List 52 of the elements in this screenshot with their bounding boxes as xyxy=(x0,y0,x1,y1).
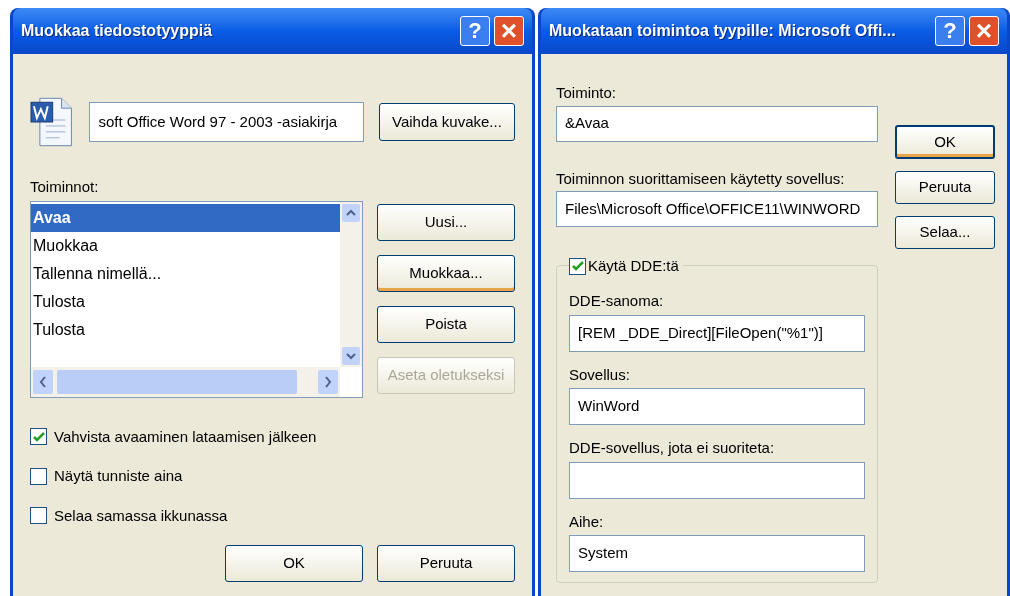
option-checkbox[interactable] xyxy=(30,507,47,525)
action-button[interactable]: Poista xyxy=(377,305,515,343)
actions-label: Toiminnot: xyxy=(30,177,100,197)
dde-checkbox[interactable] xyxy=(569,257,586,275)
dde-field[interactable]: [REM _DDE_Direct][FileOpen("%1")] xyxy=(569,314,865,352)
file-type-field[interactable]: soft Office Word 97 - 2003 -asiakirja xyxy=(89,102,364,142)
cancel-button[interactable]: Peruuta xyxy=(895,171,995,204)
window-title: Muokkaa tiedostotyyppiä xyxy=(21,21,213,41)
dde-label: Käytä DDE:tä xyxy=(588,256,679,276)
option-label: Selaa samassa ikkunassa xyxy=(54,505,228,526)
check-mark-icon xyxy=(32,430,45,443)
close-button[interactable]: × xyxy=(494,16,524,46)
help-button[interactable]: ? xyxy=(935,16,965,46)
ok-button[interactable]: OK xyxy=(225,545,363,582)
ok-button[interactable]: OK xyxy=(895,125,995,159)
action-item[interactable]: Tallenna nimellä... xyxy=(31,259,340,288)
action-field[interactable]: &Avaa xyxy=(556,105,878,142)
dde-field-label: Sovellus: xyxy=(569,364,631,385)
dde-field-label: DDE-sanoma: xyxy=(569,291,665,311)
horizontal-scrollbar[interactable] xyxy=(31,366,340,397)
change-icon-button[interactable]: Vaihda kuvake... xyxy=(378,103,515,141)
action-button[interactable]: Muokkaa... xyxy=(377,254,515,292)
action-item[interactable]: Avaa xyxy=(31,203,340,232)
dde-field-label: DDE-sovellus, jota ei suoriteta: xyxy=(569,438,776,458)
scroll-thumb[interactable] xyxy=(57,369,297,394)
scroll-down-icon[interactable] xyxy=(342,346,360,365)
action-item[interactable]: Tulosta xyxy=(31,315,340,344)
dde-field[interactable] xyxy=(569,461,865,499)
action-label: Toiminto: xyxy=(556,83,618,103)
option-label: Näytä tunniste aina xyxy=(54,466,183,486)
scroll-up-icon[interactable] xyxy=(342,203,360,222)
action-button[interactable]: Uusi... xyxy=(377,203,515,241)
scroll-right-icon[interactable] xyxy=(318,369,338,394)
action-item[interactable]: Muokkaa xyxy=(31,231,340,260)
word-document-icon xyxy=(30,96,74,148)
option-checkbox[interactable] xyxy=(30,428,47,446)
action-item[interactable]: Tulosta xyxy=(31,287,340,316)
scroll-left-icon[interactable] xyxy=(33,369,53,394)
browse-button[interactable]: Selaa... xyxy=(895,216,995,249)
help-button[interactable]: ? xyxy=(460,16,490,46)
application-field[interactable]: Files\Microsoft Office\OFFICE11\WINWORD xyxy=(556,191,878,227)
close-button[interactable]: × xyxy=(969,16,999,46)
dde-field-label: Aihe: xyxy=(569,511,605,532)
application-label: Toiminnon suorittamiseen käytetty sovellus: xyxy=(556,168,846,189)
option-checkbox[interactable] xyxy=(30,467,47,485)
option-label: Vahvista avaaminen lataamisen jälkeen xyxy=(54,426,317,447)
cancel-button[interactable]: Peruuta xyxy=(377,545,515,582)
dde-field[interactable]: WinWord xyxy=(569,388,865,425)
dde-field[interactable]: System xyxy=(569,535,865,572)
check-mark-icon xyxy=(571,260,584,273)
window-title: Muokataan toimintoa tyypille: Microsoft Offi... xyxy=(549,21,896,41)
vertical-scrollbar[interactable] xyxy=(340,201,362,367)
